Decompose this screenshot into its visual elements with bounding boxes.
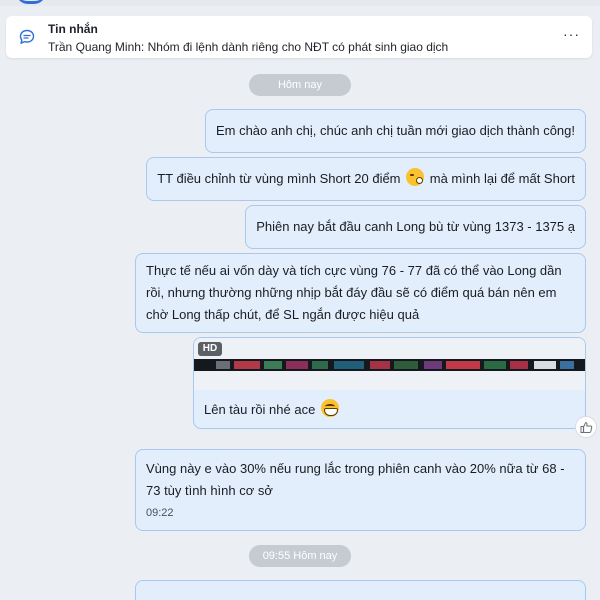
chat-bubble-icon xyxy=(19,29,35,44)
grinning-face-icon xyxy=(320,399,339,417)
message-text: Lên tàu rồi nhé ace xyxy=(204,402,316,417)
pinned-message-banner[interactable]: Tin nhắn Trần Quang Minh: Nhóm đi lệnh d… xyxy=(6,16,592,58)
message-text: mà mình lại để mất Short xyxy=(429,171,575,186)
image-thumbnail[interactable]: HD xyxy=(194,338,585,390)
image-message[interactable]: HD Lên tàu rồi nhé ace xyxy=(193,337,597,438)
trading-table-image xyxy=(194,359,585,371)
image-caption: Lên tàu rồi nhé ace xyxy=(204,399,341,417)
message-bubble[interactable]: Em chào anh chị, chúc anh chị tuần mới g… xyxy=(204,109,586,153)
message-bubble[interactable]: Thực tế nếu ai vốn dày và tích cực vùng … xyxy=(135,253,586,333)
message-bubble[interactable]: Vùng này e vào 30% nếu rung lắc trong ph… xyxy=(135,449,586,531)
sleepy-face-icon xyxy=(406,168,425,186)
message-bubble-partial[interactable] xyxy=(135,580,586,600)
message-line: chờ Long thấp chút, để SL ngắn được hiệu… xyxy=(146,307,420,322)
window-top-strip xyxy=(0,0,600,6)
message-line: Vùng này e vào 30% nếu rung lắc trong ph… xyxy=(146,461,565,476)
thumbs-up-react-button[interactable] xyxy=(575,416,597,438)
message-bubble[interactable]: Phiên nay bắt đầu canh Long bù từ vùng 1… xyxy=(245,205,586,249)
date-separator: 09:55 Hôm nay xyxy=(249,545,351,567)
message-text: Phiên nay bắt đầu canh Long bù từ vùng 1… xyxy=(256,219,575,234)
message-line: Thực tế nếu ai vốn dày và tích cực vùng … xyxy=(146,263,562,278)
message-text: TT điều chỉnh từ vùng mình Short 20 điểm xyxy=(157,171,401,186)
hd-badge: HD xyxy=(198,342,222,356)
banner-title: Tin nhắn xyxy=(48,22,98,36)
message-text: Em chào anh chị, chúc anh chị tuần mới g… xyxy=(215,123,575,138)
message-line: 73 tùy tình hình cơ sở xyxy=(146,483,273,498)
message-line: rồi, nhưng thường những nhịp bắt đáy đầu… xyxy=(146,285,557,300)
date-separator: Hôm nay xyxy=(249,74,351,96)
more-options-icon[interactable]: ··· xyxy=(563,26,580,42)
app-logo-icon xyxy=(16,0,46,4)
banner-text: Trần Quang Minh: Nhóm đi lệnh dành riêng… xyxy=(48,40,449,54)
message-timestamp: 09:22 xyxy=(146,507,174,519)
message-bubble[interactable]: TT điều chỉnh từ vùng mình Short 20 điểm… xyxy=(146,157,586,201)
thumbs-up-icon xyxy=(580,421,592,433)
